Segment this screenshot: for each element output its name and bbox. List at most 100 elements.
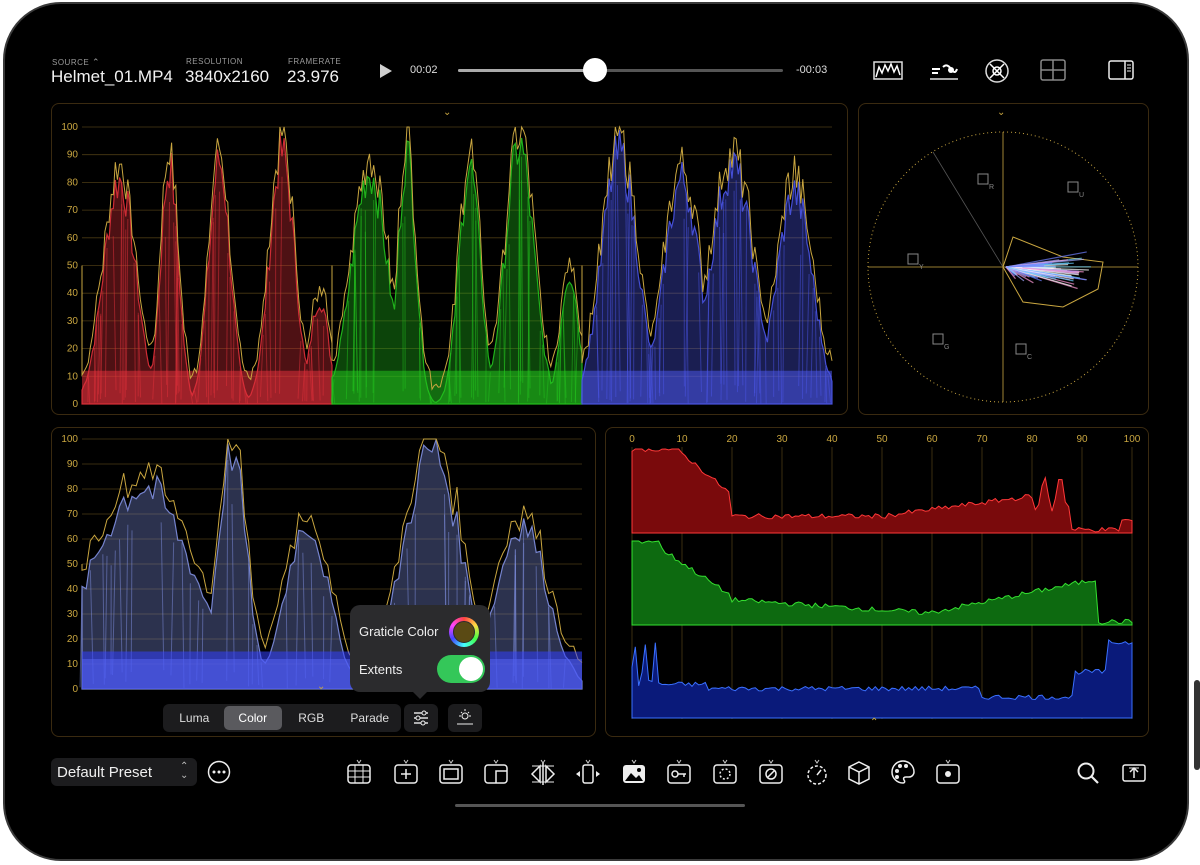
crop-icon[interactable] bbox=[481, 757, 511, 787]
grid-overlay-icon[interactable] bbox=[344, 757, 374, 787]
time-remaining: -00:03 bbox=[796, 64, 828, 76]
segment-luma[interactable]: Luma bbox=[165, 706, 224, 730]
vectorscope-plot: R U Y G C bbox=[867, 131, 1139, 403]
preset-selector[interactable]: Default Preset ⌃ ⌄ bbox=[51, 758, 197, 786]
waveform-streak bbox=[212, 222, 215, 394]
segment-parade[interactable]: Parade bbox=[341, 706, 400, 730]
histogram-plot: 0 10 20 30 40 50 60 70 80 90 100 bbox=[629, 434, 1141, 719]
add-icon[interactable] bbox=[391, 757, 421, 787]
tick-label: 40 bbox=[826, 434, 838, 445]
target-label: C bbox=[1027, 354, 1032, 361]
tick-label: 90 bbox=[1076, 434, 1088, 445]
tick-label: 70 bbox=[67, 205, 79, 216]
waveform-streak bbox=[372, 199, 375, 393]
skin-tone-line bbox=[932, 151, 1004, 268]
tick-label: 30 bbox=[67, 316, 79, 327]
tick-label: 10 bbox=[676, 434, 688, 445]
tick-label: 0 bbox=[72, 684, 78, 695]
app-screen: SOURCE ⌃ Helmet_01.MP4 RESOLUTION 3840x2… bbox=[18, 17, 1174, 849]
tick-label: 30 bbox=[776, 434, 788, 445]
rgb-parade-plot: 1009080706050403020100 bbox=[61, 122, 833, 410]
chevron-up-icon[interactable]: ⌃ bbox=[870, 717, 878, 728]
tick-label: 50 bbox=[67, 559, 79, 570]
tick-label: 20 bbox=[67, 634, 79, 645]
key-icon[interactable] bbox=[664, 757, 694, 787]
tick-label: 20 bbox=[67, 344, 79, 355]
split-icon[interactable] bbox=[573, 757, 603, 787]
parade-view-icon[interactable] bbox=[929, 59, 959, 81]
frame-icon[interactable] bbox=[436, 757, 466, 787]
tick-label: 10 bbox=[67, 371, 79, 382]
tick-label: 40 bbox=[67, 288, 79, 299]
tick-label: 100 bbox=[1124, 434, 1141, 445]
preset-label: Default Preset bbox=[57, 764, 153, 781]
tick-label: 100 bbox=[61, 434, 78, 445]
focus-icon[interactable] bbox=[933, 757, 963, 787]
tick-label: 0 bbox=[72, 399, 78, 410]
waveform-base bbox=[582, 370, 832, 404]
vectorscope-view-icon[interactable] bbox=[984, 58, 1010, 84]
target-box bbox=[907, 253, 919, 265]
flip-icon[interactable] bbox=[528, 757, 558, 787]
device-side-button bbox=[1194, 680, 1200, 770]
palette-icon[interactable] bbox=[888, 757, 918, 787]
segment-color[interactable]: Color bbox=[223, 706, 282, 730]
graticule-popover: Graticle Color Extents bbox=[350, 605, 490, 699]
graticule-color-swatch[interactable] bbox=[449, 617, 479, 647]
cube-icon[interactable] bbox=[844, 757, 874, 787]
scrub-track[interactable] bbox=[458, 69, 783, 72]
tick-label: 50 bbox=[67, 261, 79, 272]
target-box bbox=[977, 173, 989, 185]
target-label: R bbox=[989, 184, 994, 191]
share-icon[interactable] bbox=[1121, 761, 1147, 785]
target-box bbox=[1067, 181, 1079, 193]
resolution-label: RESOLUTION bbox=[186, 57, 244, 66]
more-icon[interactable] bbox=[207, 760, 231, 784]
waveform-base bbox=[332, 370, 582, 404]
tick-label: 80 bbox=[67, 177, 79, 188]
tick-label: 60 bbox=[67, 233, 79, 244]
resolution-value: 3840x2160 bbox=[185, 67, 270, 86]
chevron-down-icon[interactable]: ⌄ bbox=[317, 681, 325, 692]
settings-button[interactable] bbox=[404, 704, 438, 732]
sidebar-icon[interactable] bbox=[1108, 59, 1134, 81]
segment-rgb[interactable]: RGB bbox=[282, 706, 341, 730]
target-label: U bbox=[1079, 192, 1084, 199]
image-icon[interactable] bbox=[619, 757, 649, 787]
brightness-button[interactable] bbox=[448, 704, 482, 732]
framerate-label: FRAMERATE bbox=[288, 57, 342, 66]
scrub-knob[interactable] bbox=[582, 58, 607, 82]
target-box bbox=[932, 333, 944, 345]
chevron-down-icon[interactable]: ⌄ bbox=[997, 107, 1005, 118]
target-label: Y bbox=[919, 264, 924, 271]
tick-label: 90 bbox=[67, 150, 79, 161]
disable-icon[interactable] bbox=[756, 757, 786, 787]
tick-label: 60 bbox=[926, 434, 938, 445]
waveform-fill bbox=[82, 132, 332, 404]
tick-label: 100 bbox=[61, 122, 78, 133]
scope-mode-segmented-control: Luma Color RGB Parade bbox=[163, 704, 401, 732]
tick-label: 30 bbox=[67, 609, 79, 620]
target-box bbox=[1015, 343, 1027, 355]
zoom-icon[interactable] bbox=[710, 757, 740, 787]
scrub-fill bbox=[458, 69, 595, 72]
tick-label: 50 bbox=[876, 434, 888, 445]
tick-label: 20 bbox=[726, 434, 738, 445]
target-label: G bbox=[944, 344, 949, 351]
play-icon[interactable] bbox=[379, 63, 393, 79]
graticule-color-label: Graticle Color bbox=[359, 624, 439, 639]
framerate-value: 23.976 bbox=[287, 67, 339, 86]
chevron-updown-icon: ⌃ ⌄ bbox=[180, 761, 189, 781]
extents-label: Extents bbox=[359, 662, 403, 677]
waveform-view-icon[interactable] bbox=[873, 59, 903, 81]
tick-label: 80 bbox=[1026, 434, 1038, 445]
search-icon[interactable] bbox=[1076, 761, 1100, 785]
waveform-blue-base bbox=[82, 651, 582, 689]
extents-toggle[interactable] bbox=[437, 655, 485, 683]
source-value[interactable]: Helmet_01.MP4 bbox=[51, 67, 173, 87]
timer-icon[interactable] bbox=[802, 757, 832, 787]
layout-grid-icon[interactable] bbox=[1040, 59, 1066, 81]
time-elapsed: 00:02 bbox=[410, 64, 438, 76]
home-indicator bbox=[455, 804, 745, 807]
tick-label: 90 bbox=[67, 459, 79, 470]
